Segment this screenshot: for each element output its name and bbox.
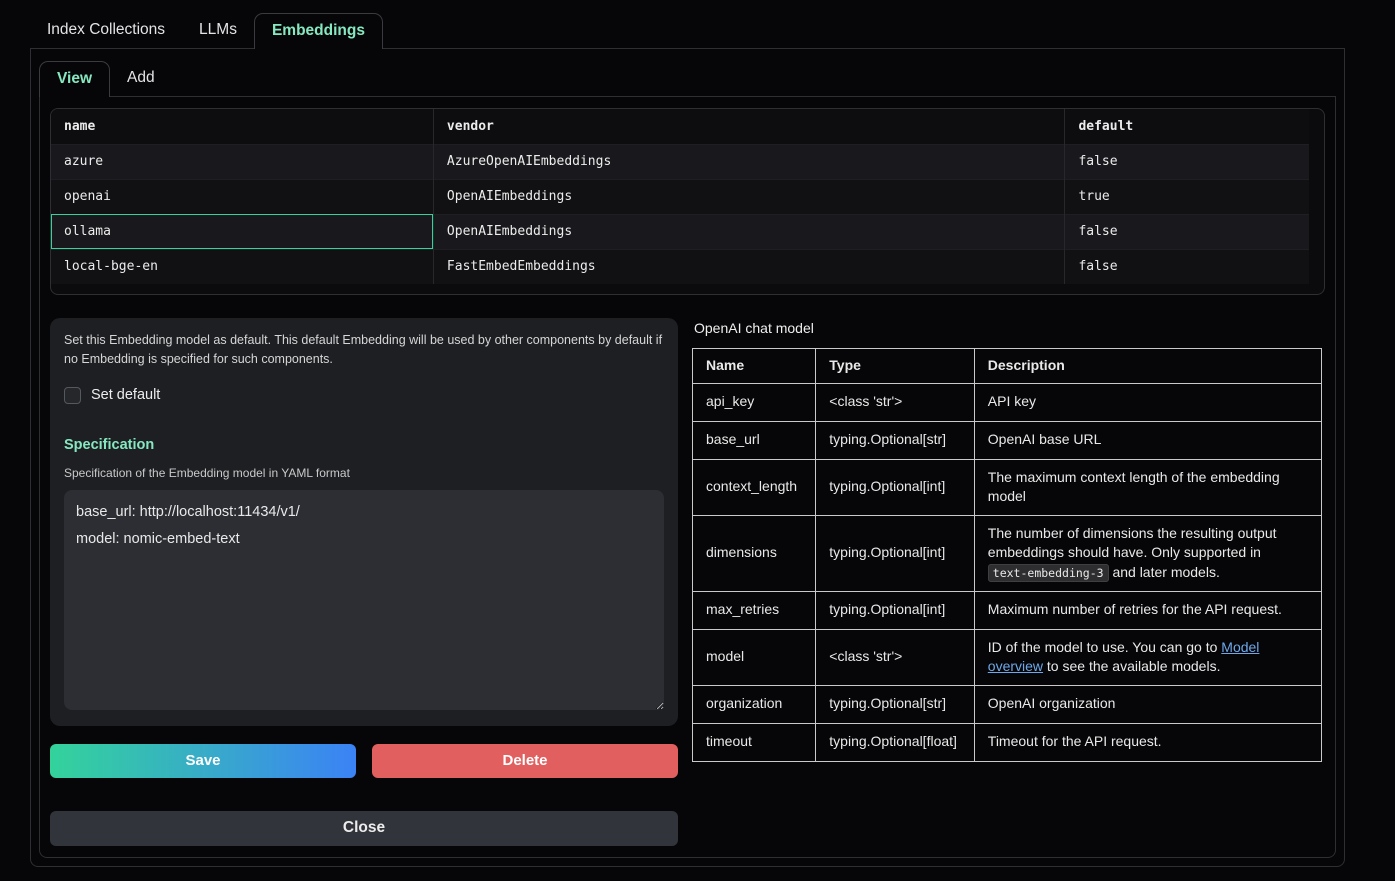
col-header-default[interactable]: default (1065, 109, 1309, 144)
cell-vendor[interactable]: AzureOpenAIEmbeddings (433, 144, 1065, 179)
description-text: ID of the model to use. You can go to (988, 639, 1222, 655)
tab-embeddings[interactable]: Embeddings (254, 13, 383, 49)
tab-add[interactable]: Add (110, 61, 172, 96)
param-name: timeout (693, 723, 816, 761)
col-header-param-description: Description (974, 349, 1321, 384)
col-header-vendor[interactable]: vendor (433, 109, 1065, 144)
delete-button[interactable]: Delete (372, 744, 678, 778)
param-row: api_key <class 'str'> API key (693, 383, 1322, 421)
edit-embedding-column: Set this Embedding model as default. Thi… (50, 318, 678, 846)
param-type: typing.Optional[int] (816, 459, 975, 515)
param-row: timeout typing.Optional[float] Timeout f… (693, 723, 1322, 761)
cell-default[interactable]: true (1065, 179, 1309, 214)
cell-vendor[interactable]: OpenAIEmbeddings (433, 214, 1065, 249)
param-description: Timeout for the API request. (974, 723, 1321, 761)
col-header-param-type: Type (816, 349, 975, 384)
param-description: OpenAI base URL (974, 421, 1321, 459)
param-type: <class 'str'> (816, 383, 975, 421)
default-description: Set this Embedding model as default. Thi… (64, 331, 664, 370)
dataframe-header-row: name vendor default (51, 109, 1309, 144)
cell-default[interactable]: false (1065, 214, 1309, 249)
param-type: typing.Optional[str] (816, 421, 975, 459)
param-type: typing.Optional[int] (816, 591, 975, 629)
param-name: max_retries (693, 591, 816, 629)
set-default-checkbox[interactable] (64, 387, 81, 404)
description-text: and later models. (1109, 564, 1220, 580)
param-description: ID of the model to use. You can go to Mo… (974, 629, 1321, 685)
table-row: local-bge-en FastEmbedEmbeddings false (51, 249, 1309, 284)
param-type: <class 'str'> (816, 629, 975, 685)
cell-name[interactable]: local-bge-en (51, 249, 433, 284)
tab-index-collections[interactable]: Index Collections (30, 13, 182, 48)
app-root: Index Collections LLMs Embeddings View A… (0, 0, 1395, 867)
param-description: API key (974, 383, 1321, 421)
param-type: typing.Optional[float] (816, 723, 975, 761)
table-row: azure AzureOpenAIEmbeddings false (51, 144, 1309, 179)
cell-name-selected[interactable]: ollama (51, 214, 433, 249)
inline-code: text-embedding-3 (988, 564, 1109, 582)
param-name: dimensions (693, 515, 816, 591)
param-name: organization (693, 685, 816, 723)
col-header-param-name: Name (693, 349, 816, 384)
specification-heading: Specification (64, 437, 664, 453)
sub-tabbar: View Add (39, 61, 1336, 97)
cell-name[interactable]: openai (51, 179, 433, 214)
embeddings-admin-panel: Index Collections LLMs Embeddings View A… (30, 13, 1345, 867)
main-tabbar: Index Collections LLMs Embeddings (30, 13, 1345, 49)
param-name: context_length (693, 459, 816, 515)
param-row: model <class 'str'> ID of the model to u… (693, 629, 1322, 685)
save-button[interactable]: Save (50, 744, 356, 778)
table-row: ollama OpenAIEmbeddings false (51, 214, 1309, 249)
model-info-header-row: Name Type Description (693, 349, 1322, 384)
cell-default[interactable]: false (1065, 249, 1309, 284)
param-row: max_retries typing.Optional[int] Maximum… (693, 591, 1322, 629)
model-info-title: OpenAI chat model (694, 320, 1322, 336)
param-row: organization typing.Optional[str] OpenAI… (693, 685, 1322, 723)
close-button[interactable]: Close (50, 811, 678, 846)
specification-sublabel: Specification of the Embedding model in … (64, 466, 664, 480)
param-description: The number of dimensions the resulting o… (974, 515, 1321, 591)
view-tab-content: name vendor default azure AzureOpenAIEmb… (39, 97, 1336, 858)
param-row: dimensions typing.Optional[int] The numb… (693, 515, 1322, 591)
param-type: typing.Optional[int] (816, 515, 975, 591)
tab-view[interactable]: View (39, 61, 110, 97)
cell-vendor[interactable]: FastEmbedEmbeddings (433, 249, 1065, 284)
specification-yaml-input[interactable]: base_url: http://localhost:11434/v1/ mod… (64, 490, 664, 710)
set-default-label: Set default (91, 387, 160, 403)
param-row: context_length typing.Optional[int] The … (693, 459, 1322, 515)
param-type: typing.Optional[str] (816, 685, 975, 723)
param-name: base_url (693, 421, 816, 459)
table-row: openai OpenAIEmbeddings true (51, 179, 1309, 214)
tab-llms[interactable]: LLMs (182, 13, 254, 48)
cell-default[interactable]: false (1065, 144, 1309, 179)
param-name: model (693, 629, 816, 685)
description-text: to see the available models. (1043, 658, 1220, 674)
set-default-checkbox-row[interactable]: Set default (64, 387, 664, 404)
embeddings-tab-content: View Add name vendor default (30, 49, 1345, 867)
param-description: OpenAI organization (974, 685, 1321, 723)
param-row: base_url typing.Optional[str] OpenAI bas… (693, 421, 1322, 459)
cell-vendor[interactable]: OpenAIEmbeddings (433, 179, 1065, 214)
embeddings-dataframe: name vendor default azure AzureOpenAIEmb… (50, 108, 1325, 295)
param-name: api_key (693, 383, 816, 421)
col-header-name[interactable]: name (51, 109, 433, 144)
param-description: The maximum context length of the embedd… (974, 459, 1321, 515)
action-buttons-row: Save Delete (50, 744, 678, 778)
param-description: Maximum number of retries for the API re… (974, 591, 1321, 629)
edit-embedding-group: Set this Embedding model as default. Thi… (50, 318, 678, 726)
model-info-column: OpenAI chat model Name Type Description (692, 318, 1322, 762)
model-info-table: Name Type Description api_key <class 'st… (692, 348, 1322, 762)
cell-name[interactable]: azure (51, 144, 433, 179)
description-text: The number of dimensions the resulting o… (988, 525, 1277, 561)
